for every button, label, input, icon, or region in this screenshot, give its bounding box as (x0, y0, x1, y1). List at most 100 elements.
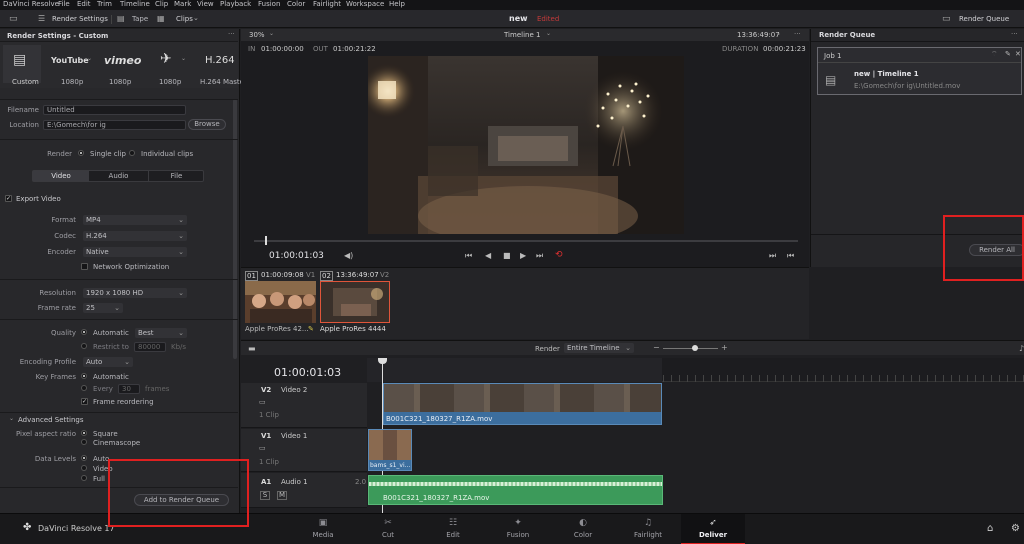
menu-help[interactable]: Help (389, 0, 405, 9)
home-icon[interactable]: ⌂ (987, 523, 993, 534)
filename-input[interactable]: Untitled (43, 105, 186, 115)
single-clip-radio[interactable] (78, 150, 84, 156)
advanced-settings-toggle[interactable]: Advanced Settings (18, 416, 84, 424)
zoom-out-icon[interactable]: − (653, 343, 660, 352)
tab-audio[interactable]: Audio (90, 171, 147, 181)
timeline-selector[interactable]: Timeline 1 (504, 31, 540, 39)
film-strip-icon[interactable]: ▤ (13, 52, 26, 68)
timeline-view-icon[interactable]: ▬ (248, 344, 256, 353)
chevron-down-icon[interactable]: ⌄ (87, 55, 92, 62)
menu-fusion[interactable]: Fusion (258, 0, 280, 9)
location-input[interactable]: E:\Gomech\for ig (43, 120, 186, 130)
restrict-to-radio[interactable] (81, 343, 87, 349)
zoom-in-icon[interactable]: + (721, 343, 728, 352)
format-dropdown[interactable]: MP4 ⌄ (83, 215, 187, 225)
render-settings-icon[interactable]: ☰ (38, 14, 45, 23)
preset-h264-master[interactable]: H.264 Master (200, 78, 247, 86)
preset-twitter[interactable]: 1080p (159, 78, 181, 86)
loop-icon[interactable]: ⟲ (555, 250, 563, 260)
pencil-icon[interactable]: ✎ (1005, 50, 1011, 58)
export-video-checkbox[interactable]: ✓ (5, 195, 12, 202)
tab-video[interactable]: Video (33, 171, 89, 181)
menu-trim[interactable]: Trim (97, 0, 112, 9)
data-levels-video-radio[interactable] (81, 465, 87, 471)
menu-mark[interactable]: Mark (174, 0, 191, 9)
individual-clips-radio[interactable] (129, 150, 135, 156)
resolution-dropdown[interactable]: 1920 x 1080 HD ⌄ (83, 288, 187, 298)
codec-dropdown[interactable]: H.264 ⌄ (83, 231, 187, 241)
network-optimization-checkbox[interactable] (81, 263, 88, 270)
timeline-clip-v1[interactable]: bams_s1_vi... (368, 429, 412, 471)
browse-button[interactable]: Browse (188, 119, 226, 130)
keyframes-every-radio[interactable] (81, 385, 87, 391)
zoom-dropdown[interactable]: 30% (249, 31, 265, 39)
track-display-icon[interactable]: ▭ (259, 444, 266, 452)
encoding-profile-dropdown[interactable]: Auto ⌄ (83, 357, 133, 367)
track-header-v1[interactable]: V1 Video 1 ▭ 1 Clip (241, 429, 367, 472)
track-display-icon[interactable]: ▭ (259, 398, 266, 406)
chevron-down-icon[interactable]: ⌄ (269, 30, 274, 37)
keyframes-automatic-radio[interactable] (81, 373, 87, 379)
frame-reordering-checkbox[interactable]: ✓ (81, 398, 88, 405)
clip-thumbnail[interactable] (245, 281, 316, 323)
preset-youtube[interactable]: 1080p (61, 78, 83, 86)
monitor-icon[interactable]: ▭ (9, 14, 18, 24)
tab-file[interactable]: File (148, 171, 204, 181)
cinemascope-radio[interactable] (81, 439, 87, 445)
zoom-slider[interactable] (663, 348, 718, 349)
menu-file[interactable]: File (58, 0, 70, 9)
scrubber-playhead[interactable] (264, 236, 267, 245)
timeline-clip-v2[interactable]: B001C321_180327_R1ZA.mov (383, 383, 662, 425)
quality-automatic-radio[interactable] (81, 329, 87, 335)
prev-clip-icon[interactable]: ⏮ (787, 251, 794, 261)
menu-view[interactable]: View (197, 0, 214, 9)
page-edit[interactable]: ☷ Edit (421, 514, 485, 544)
render-settings-toggle[interactable]: Render Settings (52, 15, 108, 23)
menu-edit[interactable]: Edit (77, 0, 91, 9)
vimeo-logo[interactable]: vimeo (104, 54, 141, 67)
mute-button[interactable]: M (277, 491, 287, 500)
track-header-a1[interactable]: A1 Audio 1 2.0 S M (241, 473, 367, 508)
scrubber-bar[interactable] (254, 240, 798, 242)
chevron-down-icon[interactable]: ⌄ (776, 30, 781, 37)
chevron-down-icon[interactable]: ⌄ (193, 14, 199, 22)
menu-workspace[interactable]: Workspace (346, 0, 384, 9)
youtube-logo[interactable]: YouTube (51, 56, 89, 65)
tape-icon[interactable]: ▤ (117, 14, 125, 23)
viewer-options-icon[interactable]: ··· (794, 30, 801, 38)
frame-rate-dropdown[interactable]: 25 ⌄ (83, 303, 123, 313)
volume-icon[interactable]: ◀) (344, 251, 353, 260)
track-header-v2[interactable]: V2 Video 2 ▭ 1 Clip (241, 383, 367, 428)
play-icon[interactable]: ▶ (520, 251, 526, 260)
render-job[interactable]: Job 1 ⌔ ✎ ✕ ▤ new | Timeline 1 E:\Gomech… (817, 47, 1022, 95)
zoom-slider-handle[interactable] (692, 345, 698, 351)
page-media[interactable]: ▣ Media (291, 514, 355, 544)
audio-meter-icon[interactable]: ♪ (1019, 344, 1024, 353)
timeline-clip-a1[interactable]: B001C321_180327_R1ZA.mov (368, 475, 663, 505)
menu-clip[interactable]: Clip (155, 0, 168, 9)
close-icon[interactable]: ✕ (1015, 50, 1021, 58)
jump-to-end-icon[interactable]: ⏭ (536, 251, 543, 261)
chevron-down-icon[interactable]: ⌄ (181, 55, 186, 62)
page-deliver[interactable]: ➶ Deliver (681, 514, 745, 544)
page-fusion[interactable]: ✦ Fusion (486, 514, 550, 544)
square-radio[interactable] (81, 430, 87, 436)
jump-to-start-icon[interactable]: ⏮ (465, 251, 472, 261)
encoder-dropdown[interactable]: Native ⌄ (83, 247, 187, 257)
data-levels-auto-radio[interactable] (81, 455, 87, 461)
twitter-logo[interactable]: ✈ (160, 51, 172, 67)
chevron-down-icon[interactable]: ⌄ (546, 30, 551, 37)
keyframes-every-input[interactable]: 30 (118, 384, 140, 394)
menu-color[interactable]: Color (287, 0, 305, 9)
quality-dropdown[interactable]: Best ⌄ (135, 328, 187, 338)
data-levels-full-radio[interactable] (81, 475, 87, 481)
tape-toggle[interactable]: Tape (132, 15, 148, 23)
next-clip-icon[interactable]: ⏭ (769, 251, 776, 261)
play-reverse-icon[interactable]: ◀ (485, 251, 491, 260)
clips-toggle[interactable]: Clips (176, 15, 193, 23)
menu-fairlight[interactable]: Fairlight (313, 0, 341, 9)
render-queue-toggle[interactable]: Render Queue (959, 15, 1009, 23)
render-range-dropdown[interactable]: Entire Timeline ⌄ (564, 343, 634, 353)
chevron-down-icon[interactable]: ⌄ (9, 415, 14, 422)
clip-thumbnail-selected[interactable] (320, 281, 390, 323)
